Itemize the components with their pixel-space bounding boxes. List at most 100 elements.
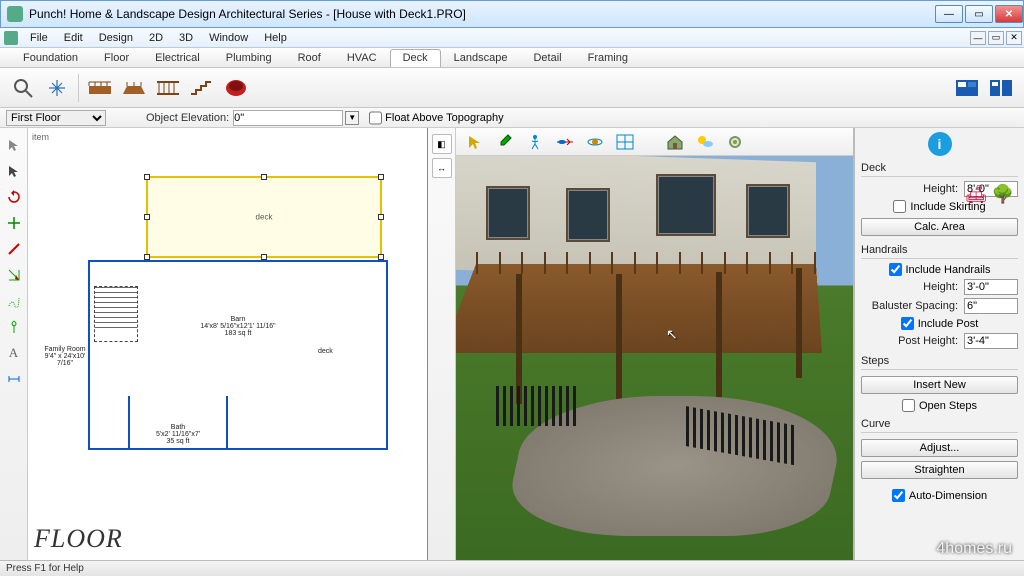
tab-hvac[interactable]: HVAC [334, 49, 390, 67]
adjust-curve-button[interactable]: Adjust... [861, 439, 1018, 457]
deck-label: deck [256, 213, 273, 222]
menu-help[interactable]: Help [256, 30, 295, 46]
tab-detail[interactable]: Detail [520, 49, 574, 67]
close-button[interactable]: ✕ [995, 5, 1023, 23]
bath-room-label: Bath5'x2' 11/16"x7'35 sq ft [148, 424, 208, 445]
fly-tool-icon[interactable] [552, 131, 578, 153]
selected-deck-object[interactable]: deck [146, 176, 382, 258]
workspace: A item deck Barn14'x8' 5/16"x12'1' [0, 128, 1024, 560]
toolbar-3d [456, 128, 853, 156]
include-handrails-checkbox[interactable] [889, 263, 902, 276]
rotate-tool-icon[interactable] [3, 186, 25, 208]
view-split-button[interactable] [986, 73, 1016, 103]
plant-tool-icon[interactable] [3, 316, 25, 338]
elevation-input[interactable] [233, 110, 343, 126]
open-steps-checkbox[interactable] [902, 399, 915, 412]
doc-minimize-button[interactable]: — [970, 31, 986, 45]
info-icon[interactable]: i [928, 132, 952, 156]
hole-tool-icon[interactable] [221, 73, 251, 103]
tab-framing[interactable]: Framing [575, 49, 641, 67]
doc-close-button[interactable]: ✕ [1006, 31, 1022, 45]
steps-group-title: Steps [861, 355, 1018, 370]
eyedropper-tool-icon[interactable] [492, 131, 518, 153]
chair-icon[interactable]: 🛋 [965, 184, 988, 205]
deck-angled-tool-icon[interactable] [119, 73, 149, 103]
include-post-checkbox[interactable] [901, 317, 914, 330]
calc-area-button[interactable]: Calc. Area [861, 218, 1018, 236]
pan-tool-icon[interactable] [42, 73, 72, 103]
window-3d [746, 184, 790, 238]
doc-restore-button[interactable]: ▭ [988, 31, 1004, 45]
post-height-input[interactable] [964, 333, 1018, 349]
walk-tool-icon[interactable] [462, 131, 488, 153]
handrails-group-title: Handrails [861, 244, 1018, 259]
zoom-tool-icon[interactable] [8, 73, 38, 103]
menu-file[interactable]: File [22, 30, 56, 46]
import-tool-icon[interactable] [3, 264, 25, 286]
tab-foundation[interactable]: Foundation [10, 49, 91, 67]
pane-3d: ↖ [456, 128, 854, 560]
open-steps-label: Open Steps [919, 400, 977, 412]
doc-window-controls: — ▭ ✕ [970, 31, 1024, 45]
move-tool-icon[interactable] [3, 212, 25, 234]
include-skirting-checkbox[interactable] [893, 200, 906, 213]
floor-level-select[interactable]: First Floor [6, 110, 106, 126]
view-sync-icon[interactable]: ↔ [432, 158, 452, 178]
select-alt-tool-icon[interactable] [3, 160, 25, 182]
select-tool-icon[interactable] [3, 134, 25, 156]
stairs-tool-icon[interactable] [187, 73, 217, 103]
weather-icon[interactable] [692, 131, 718, 153]
menu-3d[interactable]: 3D [171, 30, 201, 46]
menu-edit[interactable]: Edit [56, 30, 91, 46]
window-3d [656, 174, 716, 236]
deck2-label: deck [318, 348, 333, 355]
text-tool-icon[interactable]: A [3, 342, 25, 364]
view-toggle-icon[interactable]: ◧ [432, 134, 452, 154]
auto-dimension-label: Auto-Dimension [909, 490, 987, 502]
tree-icon[interactable]: 🌳 [992, 184, 1014, 205]
elevation-dropdown-icon[interactable]: ▼ [345, 111, 359, 125]
include-handrails-label: Include Handrails [906, 264, 991, 276]
status-text: Press F1 for Help [6, 563, 84, 574]
path-tool-icon[interactable] [3, 290, 25, 312]
insert-step-button[interactable]: Insert New [861, 376, 1018, 394]
view-2d-button[interactable] [952, 73, 982, 103]
settings-3d-icon[interactable] [722, 131, 748, 153]
menu-window[interactable]: Window [201, 30, 256, 46]
maximize-button[interactable]: ▭ [965, 5, 993, 23]
orbit-tool-icon[interactable] [582, 131, 608, 153]
floorplan-viewport[interactable]: item deck Barn14'x8' 5/16"x12'1' 11/16"1… [28, 128, 428, 560]
baluster-spacing-input[interactable] [964, 298, 1018, 314]
auto-dimension-checkbox[interactable] [892, 489, 905, 502]
floorplan-3d-icon[interactable] [612, 131, 638, 153]
minimize-button[interactable]: — [935, 5, 963, 23]
cursor-icon: ↖ [666, 326, 678, 343]
floor-watermark: FLOOR [34, 524, 123, 554]
include-post-label: Include Post [918, 318, 979, 330]
person-walk-icon[interactable] [522, 131, 548, 153]
fence-3d [496, 386, 580, 426]
line-tool-icon[interactable] [3, 238, 25, 260]
tab-landscape[interactable]: Landscape [441, 49, 521, 67]
stairs-object[interactable] [94, 286, 138, 342]
plan-tabs: Foundation Floor Electrical Plumbing Roo… [0, 48, 1024, 68]
tab-plumbing[interactable]: Plumbing [213, 49, 285, 67]
measure-tool-icon[interactable] [3, 368, 25, 390]
window-3d [566, 188, 610, 242]
deck-straight-tool-icon[interactable] [85, 73, 115, 103]
float-topography-checkbox[interactable] [369, 110, 382, 126]
menu-design[interactable]: Design [91, 30, 141, 46]
tab-floor[interactable]: Floor [91, 49, 142, 67]
straighten-button[interactable]: Straighten [861, 461, 1018, 479]
menu-2d[interactable]: 2D [141, 30, 171, 46]
tab-roof[interactable]: Roof [285, 49, 334, 67]
railing-tool-icon[interactable] [153, 73, 183, 103]
tab-electrical[interactable]: Electrical [142, 49, 213, 67]
titlebar: Punch! Home & Landscape Design Architect… [0, 0, 1024, 28]
deck-group-title: Deck [861, 162, 1018, 177]
deck-surface-3d [456, 264, 822, 353]
viewport-3d[interactable]: ↖ [456, 156, 853, 560]
house-view-icon[interactable] [662, 131, 688, 153]
handrail-height-input[interactable] [964, 279, 1018, 295]
tab-deck[interactable]: Deck [390, 49, 441, 67]
